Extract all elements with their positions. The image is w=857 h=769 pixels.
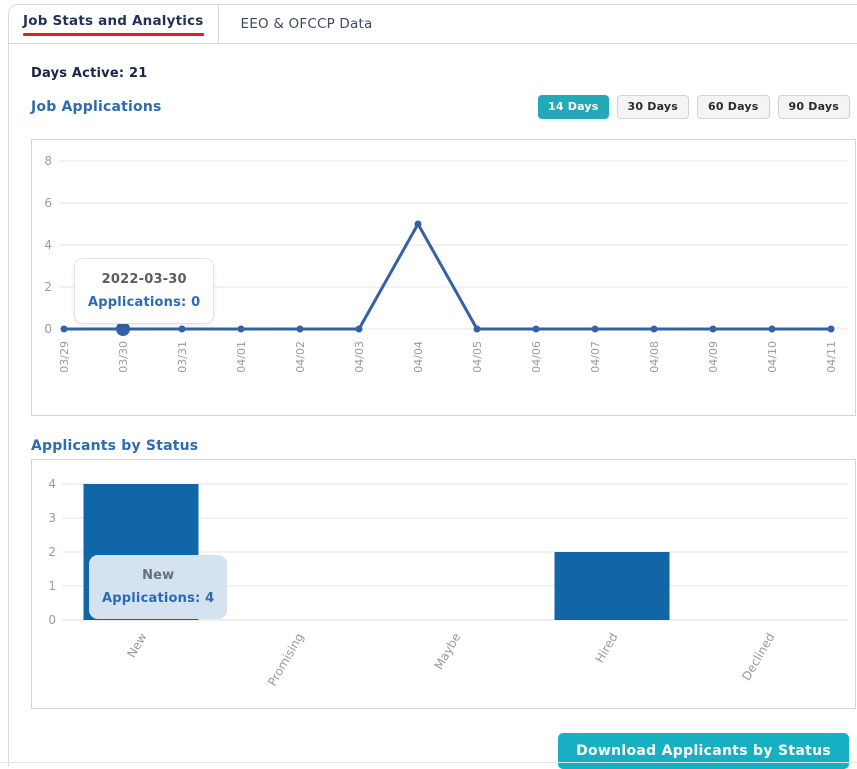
svg-text:4: 4	[48, 477, 56, 491]
line-chart-tooltip: 2022-03-30 Applications: 0	[74, 258, 214, 324]
download-applicants-by-status-button[interactable]: Download Applicants by Status	[558, 733, 849, 769]
svg-text:04/09: 04/09	[707, 341, 720, 373]
tab-content: Days Active: 21 Job Applications 14 Days…	[9, 44, 857, 769]
applicants-by-status-bar-chart-panel: 0 1 2 3 4 New Promising Maybe Hired Declined New …	[31, 459, 856, 709]
svg-text:6: 6	[44, 196, 52, 210]
svg-text:Declined: Declined	[739, 631, 777, 683]
tab-job-stats-and-analytics[interactable]: Job Stats and Analytics	[9, 5, 218, 43]
svg-text:03/30: 03/30	[117, 341, 130, 373]
footer-row: Download Applicants by Status	[31, 733, 854, 769]
svg-text:04/06: 04/06	[530, 341, 543, 373]
svg-text:3: 3	[48, 511, 56, 525]
svg-text:2: 2	[48, 545, 56, 559]
svg-text:1: 1	[48, 579, 56, 593]
days-active: Days Active: 21	[31, 66, 854, 81]
svg-text:04/07: 04/07	[589, 341, 602, 373]
svg-text:04/02: 04/02	[294, 341, 307, 373]
active-tab-underline	[23, 33, 204, 36]
range-button-90-days[interactable]: 90 Days	[778, 95, 850, 119]
svg-text:4: 4	[44, 238, 52, 252]
tab-bar: Job Stats and Analytics EEO & OFCCP Data	[9, 5, 857, 44]
bar-tooltip-applications: Applications: 4	[102, 587, 214, 610]
svg-text:New: New	[124, 630, 149, 660]
date-range-button-group: 14 Days 30 Days 60 Days 90 Days	[538, 95, 854, 119]
tab-job-stats-label: Job Stats and Analytics	[23, 13, 204, 29]
svg-text:04/10: 04/10	[766, 341, 779, 373]
svg-text:0: 0	[48, 613, 56, 627]
svg-text:Promising: Promising	[265, 631, 307, 689]
line-tooltip-date: 2022-03-30	[88, 268, 200, 291]
line-tooltip-applications: Applications: 0	[88, 291, 200, 314]
svg-text:04/08: 04/08	[648, 341, 661, 373]
svg-text:04/03: 04/03	[353, 341, 366, 373]
tab-eeo-ofccp-label: EEO & OFCCP Data	[241, 16, 373, 32]
svg-text:04/05: 04/05	[471, 341, 484, 373]
svg-text:03/29: 03/29	[58, 341, 71, 373]
range-button-14-days[interactable]: 14 Days	[538, 95, 608, 119]
days-active-value: 21	[129, 66, 148, 81]
range-button-60-days[interactable]: 60 Days	[697, 95, 769, 119]
svg-text:04/01: 04/01	[235, 341, 248, 373]
svg-text:04/11: 04/11	[825, 341, 838, 373]
job-applications-line-chart-panel: 0 2 4 6 8 03/29 03/30 03/31 04/01 04/02 04/03 04/04…	[31, 139, 856, 416]
svg-text:Hired: Hired	[592, 631, 620, 666]
svg-text:03/31: 03/31	[176, 341, 189, 373]
range-button-30-days[interactable]: 30 Days	[617, 95, 689, 119]
tab-eeo-ofccp-data[interactable]: EEO & OFCCP Data	[218, 5, 395, 43]
bar-chart-tooltip: New Applications: 4	[89, 555, 227, 619]
bottom-divider	[0, 762, 857, 763]
applicants-by-status-title: Applicants by Status	[31, 438, 854, 454]
days-active-label: Days Active:	[31, 66, 124, 81]
analytics-card: Job Stats and Analytics EEO & OFCCP Data…	[8, 4, 857, 766]
job-applications-title: Job Applications	[31, 99, 162, 115]
bar-tooltip-status: New	[102, 564, 214, 587]
svg-text:Maybe: Maybe	[432, 631, 464, 672]
job-applications-header-row: Job Applications 14 Days 30 Days 60 Days…	[31, 95, 854, 119]
svg-text:2: 2	[44, 280, 52, 294]
svg-text:8: 8	[44, 154, 52, 168]
svg-text:0: 0	[44, 322, 52, 336]
svg-text:04/04: 04/04	[412, 341, 425, 373]
